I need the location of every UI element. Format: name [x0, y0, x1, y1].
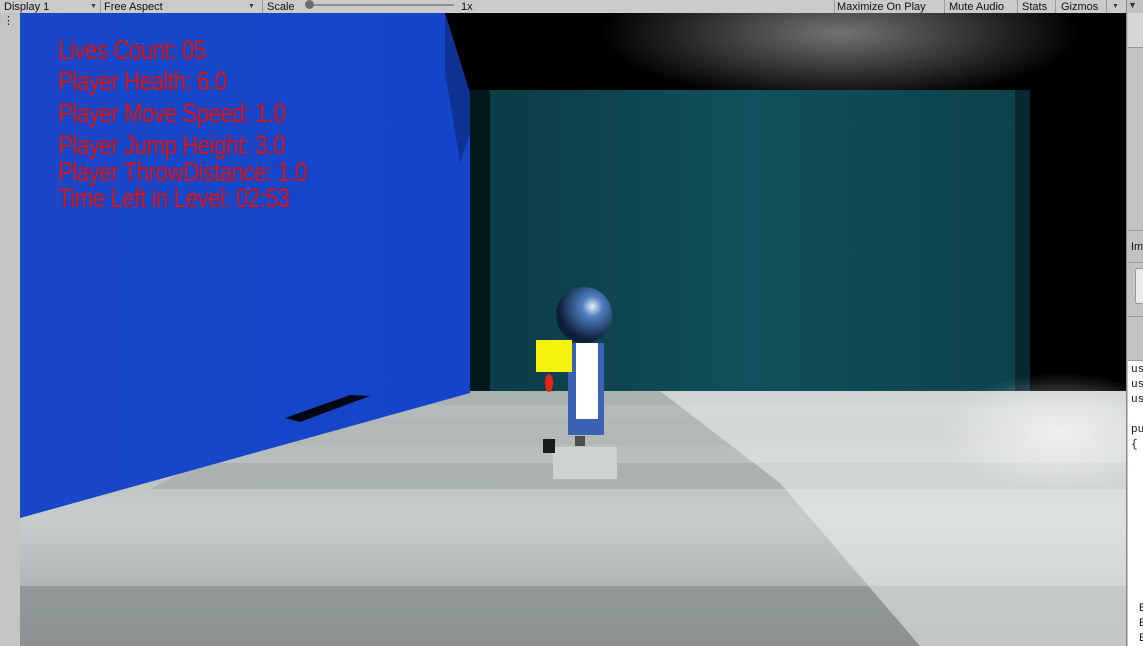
player-throw-distance-text: Player ThrowDistance: 1.0 [58, 157, 307, 187]
lives-count-text: Lives Count: 05 [58, 35, 206, 65]
inspector-header [1128, 13, 1143, 48]
chevron-down-icon: ▼ [90, 2, 97, 10]
aspect-dropdown[interactable]: Free Aspect ▼ [104, 0, 258, 13]
unity-editor: Display 1 ▼ Free Aspect ▼ Scale 1x Maxim… [0, 0, 1143, 646]
left-gutter: ⋮ [0, 13, 21, 646]
gizmos-toggle[interactable]: Gizmos [1061, 0, 1098, 13]
inspector-field[interactable] [1135, 268, 1143, 304]
aspect-label: Free Aspect [104, 0, 163, 13]
code-line: E [1139, 603, 1143, 615]
player-move-speed-text: Player Move Speed: 1.0 [58, 98, 286, 128]
maximize-on-play-toggle[interactable]: Maximize On Play [837, 0, 926, 13]
scale-slider-track[interactable] [306, 4, 454, 6]
code-line: pu [1131, 424, 1143, 436]
display-label: Display 1 [4, 0, 50, 13]
player-health-text: Player Health: 6.0 [58, 66, 227, 96]
code-line: E [1139, 618, 1143, 630]
hud-overlay: Lives Count: 05 Player Health: 6.0 Playe… [58, 35, 362, 213]
code-line: us [1131, 364, 1143, 376]
scale-value: 1x [461, 0, 473, 13]
stats-toggle[interactable]: Stats [1022, 0, 1047, 13]
scale-label: Scale [267, 0, 295, 13]
chevron-down-icon: ▼ [248, 2, 255, 10]
scale-slider-handle[interactable] [305, 0, 314, 9]
inspector-partial-label: Im [1131, 241, 1143, 253]
time-left-text: Time Left in Level: 02:53 [58, 183, 290, 213]
player-jump-height-text: Player Jump Height: 3.0 [58, 130, 285, 160]
game-viewport[interactable]: Lives Count: 05 Player Health: 6.0 Playe… [20, 13, 1126, 646]
mute-audio-toggle[interactable]: Mute Audio [949, 0, 1004, 13]
code-line: E [1139, 633, 1143, 645]
code-line: us [1131, 379, 1143, 391]
gizmos-dropdown[interactable]: ▼ [1112, 0, 1119, 13]
game-view-toolbar: Display 1 ▼ Free Aspect ▼ Scale 1x Maxim… [0, 0, 1128, 14]
code-line: us [1131, 394, 1143, 406]
code-line: { [1131, 439, 1138, 451]
chevron-down-icon: ▼ [1112, 2, 1119, 10]
script-preview: us us us pu { E E E [1128, 360, 1143, 646]
display-dropdown[interactable]: Display 1 ▼ [4, 0, 98, 13]
chevron-down-icon[interactable]: ▼ [1128, 0, 1137, 10]
kebab-menu-icon[interactable]: ⋮ [3, 15, 14, 27]
